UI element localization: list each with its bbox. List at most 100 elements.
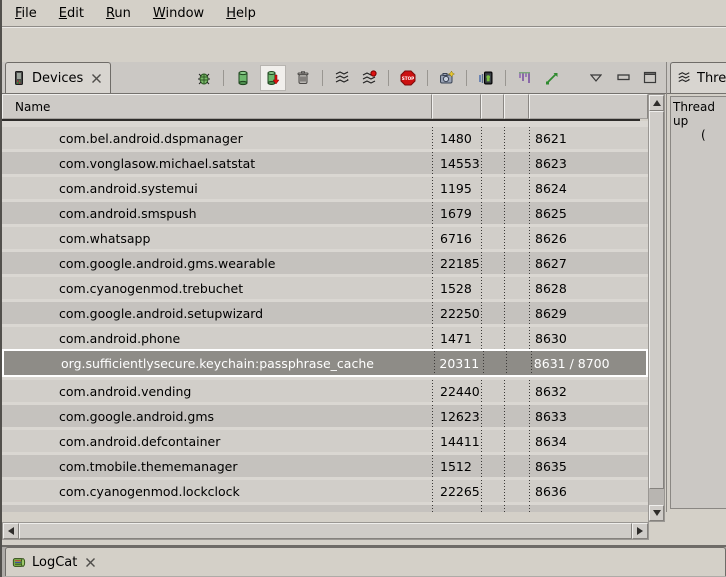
- update-heap-button[interactable]: [233, 67, 253, 89]
- menu-file[interactable]: File: [4, 2, 48, 25]
- horizontal-scroll-thumb[interactable]: [19, 523, 632, 539]
- table-row[interactable]: com.cyanogenmod.lockclock22265 8636: [2, 477, 648, 502]
- table-row-inner: com.tmobile.thememanager15128635: [2, 455, 648, 477]
- table-row[interactable]: com.cyanogenmod.trebuchet15288628: [2, 274, 648, 299]
- table-row[interactable]: com.google.android.gms126238633: [2, 402, 648, 427]
- vertical-scrollbar[interactable]: [648, 94, 665, 522]
- table-row[interactable]: com.android.defcontainer144118634: [2, 427, 648, 452]
- process-name-cell: com.cyanogenmod.lockclock: [2, 484, 432, 499]
- table-row[interactable]: system_process9648637: [2, 502, 648, 512]
- dump-hprof-button[interactable]: [260, 65, 286, 91]
- pid-cell: 12623: [432, 409, 481, 424]
- opengl-trace-arrow-icon: [544, 70, 560, 86]
- toolbar-separator: [427, 70, 428, 86]
- pid-cell: 14553: [432, 156, 481, 171]
- debug-process-button[interactable]: [194, 67, 214, 89]
- column-header-name[interactable]: Name: [2, 94, 432, 119]
- table-row[interactable]: org.sufficientlysecure.keychain:passphra…: [2, 349, 648, 377]
- vertical-scroll-thumb[interactable]: [649, 111, 664, 489]
- port-cell: 8630: [529, 331, 648, 346]
- opengl-trace-button[interactable]: [542, 67, 562, 89]
- maximize-icon: [643, 71, 657, 84]
- stop-process-button[interactable]: STOP: [398, 67, 418, 89]
- capture-device-screen-icon: [478, 70, 494, 86]
- table-row-inner: com.google.android.gms126238633: [2, 405, 648, 427]
- process-name-cell: system_process: [2, 509, 432, 513]
- port-cell: 8629: [529, 306, 648, 321]
- tab-logcat[interactable]: LogCat: [5, 547, 726, 576]
- scroll-left-button[interactable]: [3, 523, 19, 539]
- close-icon[interactable]: [91, 73, 102, 84]
- scroll-right-icon: [637, 527, 643, 535]
- toolbar-separator: [505, 70, 506, 86]
- table-row[interactable]: com.google.android.setupwizard222508629: [2, 299, 648, 324]
- table-row[interactable]: com.bel.android.dspmanager14808621: [2, 124, 648, 149]
- method-profiling-button[interactable]: [359, 67, 379, 89]
- capture-device-screen-button[interactable]: [476, 67, 496, 89]
- menu-run[interactable]: Run: [95, 2, 142, 25]
- ddms-window: { "menu": { "items": [ {"m":"F","r":"ile…: [0, 0, 726, 577]
- column-header-blank1[interactable]: [481, 94, 504, 119]
- threads-pane: Threads Thread up (: [666, 62, 726, 512]
- pid-cell: 22185: [432, 256, 481, 271]
- device-table: Name com.bel.android.dspmanager14808621c…: [2, 94, 666, 512]
- screen-capture-button[interactable]: [437, 67, 457, 89]
- menu-window[interactable]: Window: [142, 2, 215, 25]
- table-row[interactable]: com.whatsapp67168626: [2, 224, 648, 249]
- maximize-button[interactable]: [640, 67, 660, 89]
- close-icon[interactable]: [85, 557, 96, 568]
- table-row-inner: system_process9648637: [2, 505, 648, 512]
- table-row[interactable]: com.tmobile.thememanager15128635: [2, 452, 648, 477]
- table-row[interactable]: com.android.smspush16798625: [2, 199, 648, 224]
- column-header-blank2[interactable]: [504, 94, 529, 119]
- menu-edit[interactable]: Edit: [48, 2, 95, 25]
- scroll-up-button[interactable]: [649, 95, 664, 111]
- table-header: Name: [2, 94, 648, 119]
- pid-cell: 20311: [431, 356, 480, 371]
- process-name-cell: com.cyanogenmod.trebuchet: [2, 281, 432, 296]
- table-row-inner: com.vonglasow.michael.satstat145538623: [2, 152, 648, 174]
- process-name-cell: com.vonglasow.michael.satstat: [2, 156, 432, 171]
- scroll-down-icon: [653, 510, 661, 516]
- cause-gc-button[interactable]: [293, 67, 313, 89]
- menu-help[interactable]: Help: [215, 2, 267, 25]
- devices-pane: Devices: [2, 62, 666, 512]
- device-table-rows: com.bel.android.dspmanager14808621 com.vo…: [2, 121, 648, 512]
- logcat-icon: [12, 555, 26, 569]
- scroll-left-icon: [8, 527, 14, 535]
- column-header-port[interactable]: [529, 94, 648, 119]
- update-threads-button[interactable]: [332, 67, 352, 89]
- port-cell: 8625: [529, 206, 648, 221]
- devices-toolbar: STOP: [194, 62, 660, 93]
- tab-devices[interactable]: Devices: [5, 62, 111, 93]
- horizontal-scrollbar[interactable]: [2, 522, 649, 540]
- process-name-cell: com.tmobile.thememanager: [2, 459, 432, 474]
- column-header-pid[interactable]: [432, 94, 481, 119]
- table-row[interactable]: com.google.android.gms.wearable221858627: [2, 249, 648, 274]
- toolbar-separator: [223, 70, 224, 86]
- table-row[interactable]: com.android.systemui11958624: [2, 174, 648, 199]
- table-row[interactable]: com.android.vending224408632: [2, 377, 648, 402]
- table-row-inner: com.google.android.setupwizard222508629: [2, 302, 648, 324]
- table-row-inner: com.cyanogenmod.trebuchet15288628: [2, 277, 648, 299]
- scroll-down-button[interactable]: [649, 505, 664, 521]
- port-cell: 8628: [529, 281, 648, 296]
- view-menu-chevron-icon: [590, 74, 602, 82]
- phone-icon: [12, 71, 26, 85]
- table-row-inner: org.sufficientlysecure.keychain:passphra…: [2, 349, 648, 377]
- port-cell: 8636: [529, 484, 648, 499]
- cause-gc-trash-icon: [295, 70, 311, 86]
- systrace-bars-button[interactable]: [515, 67, 535, 89]
- table-row[interactable]: com.android.phone14718630: [2, 324, 648, 349]
- view-menu-button[interactable]: [586, 67, 606, 89]
- table-row-inner: com.android.defcontainer144118634: [2, 430, 648, 452]
- port-cell: 8627: [529, 256, 648, 271]
- minimize-button[interactable]: [613, 67, 633, 89]
- update-threads-icon: [334, 70, 350, 86]
- debug-process-icon: [196, 70, 212, 86]
- port-cell: 8637: [529, 509, 648, 513]
- table-row[interactable]: com.vonglasow.michael.satstat145538623: [2, 149, 648, 174]
- tab-threads[interactable]: Threads: [670, 62, 726, 93]
- pid-cell: 22265: [432, 484, 481, 499]
- scroll-right-button[interactable]: [632, 523, 648, 539]
